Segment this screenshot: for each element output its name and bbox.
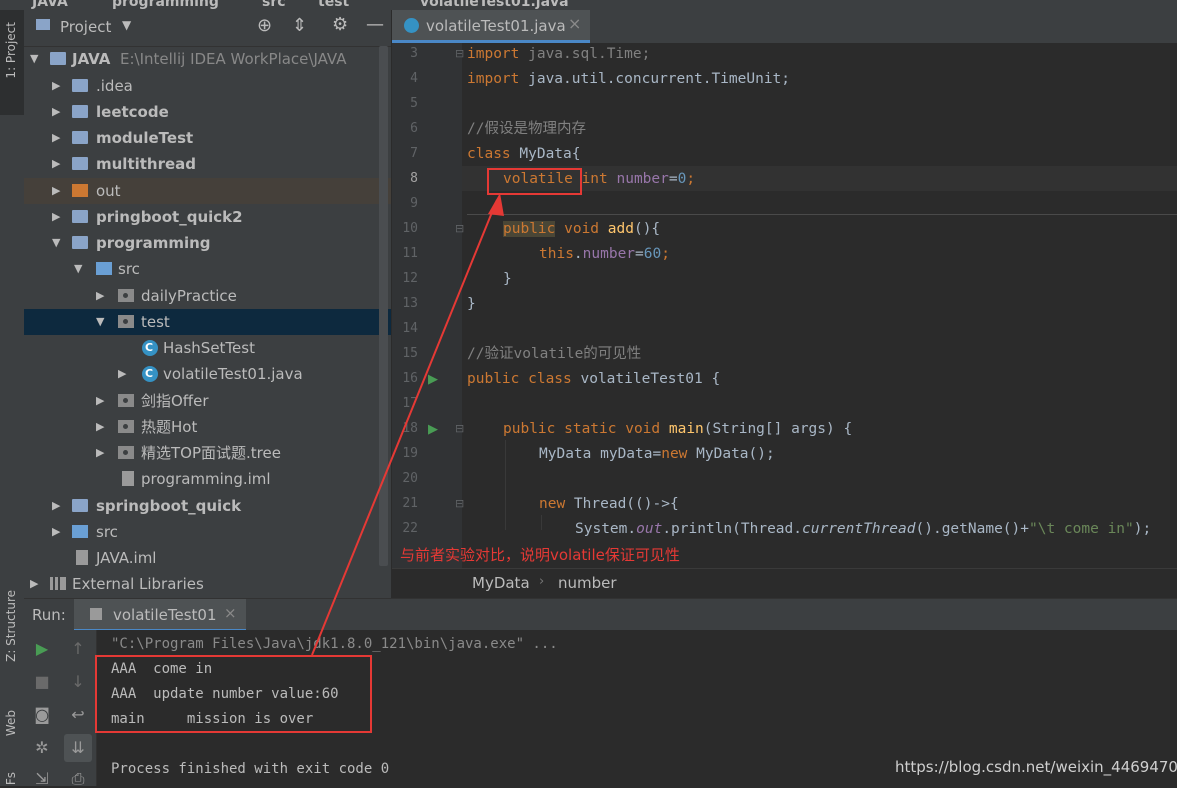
annotation-arrow xyxy=(311,193,504,656)
